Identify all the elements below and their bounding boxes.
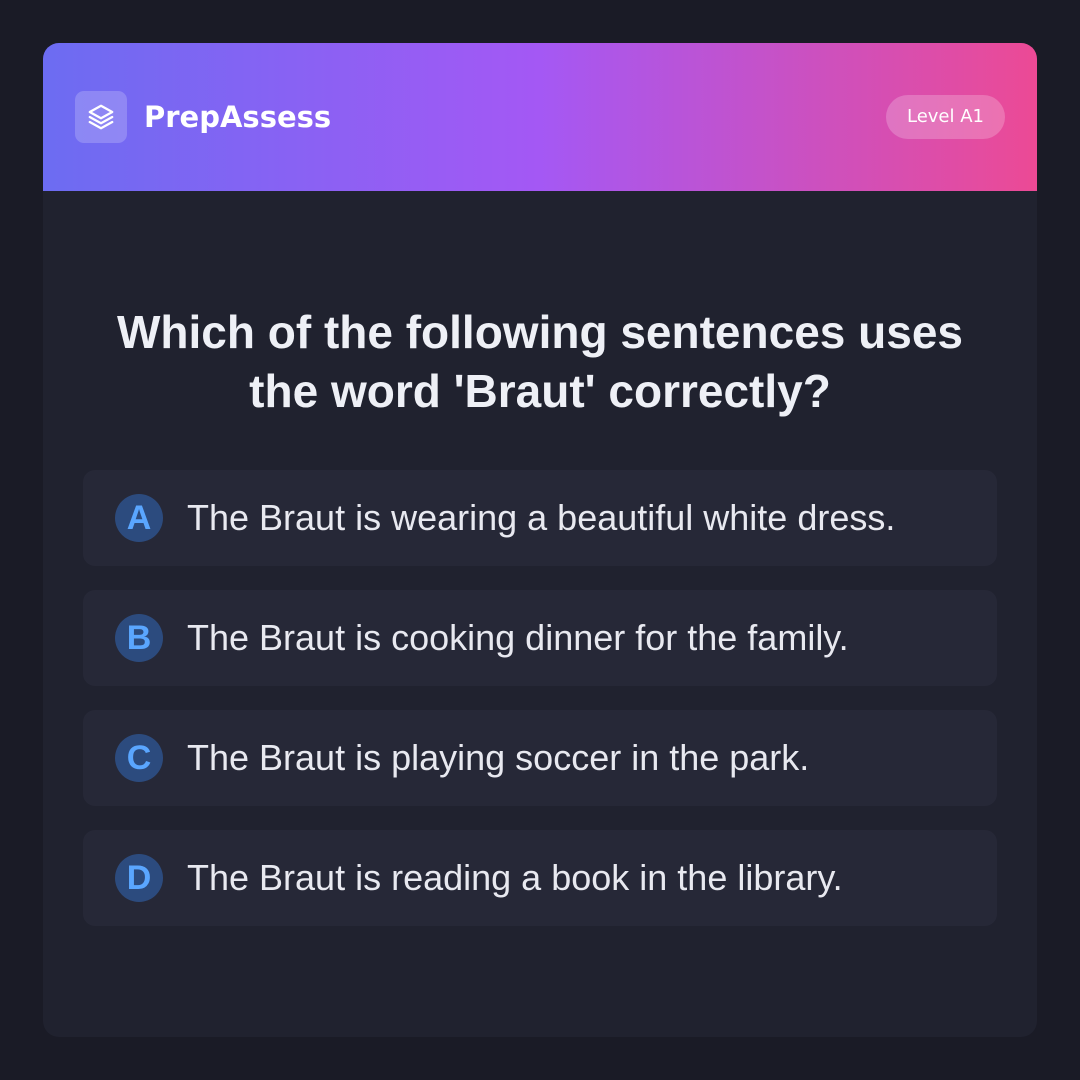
option-c[interactable]: C The Braut is playing soccer in the par…	[83, 710, 997, 806]
quiz-card: PrepAssess Level A1 Which of the followi…	[43, 43, 1037, 1037]
option-text: The Braut is cooking dinner for the fami…	[187, 617, 849, 658]
logo	[75, 91, 127, 143]
option-text: The Braut is reading a book in the libra…	[187, 857, 843, 898]
layers-icon	[88, 104, 114, 130]
option-letter: D	[115, 854, 163, 902]
header-bar: PrepAssess Level A1	[43, 43, 1037, 191]
question-text: Which of the following sentences uses th…	[117, 306, 963, 417]
option-a[interactable]: A The Braut is wearing a beautiful white…	[83, 470, 997, 566]
option-letter: C	[115, 734, 163, 782]
option-letter: B	[115, 614, 163, 662]
option-b[interactable]: B The Braut is cooking dinner for the fa…	[83, 590, 997, 686]
option-d[interactable]: D The Braut is reading a book in the lib…	[83, 830, 997, 926]
option-letter: A	[115, 494, 163, 542]
answer-options: A The Braut is wearing a beautiful white…	[83, 470, 997, 950]
level-badge: Level A1	[885, 95, 1005, 139]
brand-name: PrepAssess	[144, 100, 332, 134]
option-text: The Braut is wearing a beautiful white d…	[187, 497, 896, 538]
option-text: The Braut is playing soccer in the park.	[187, 737, 810, 778]
